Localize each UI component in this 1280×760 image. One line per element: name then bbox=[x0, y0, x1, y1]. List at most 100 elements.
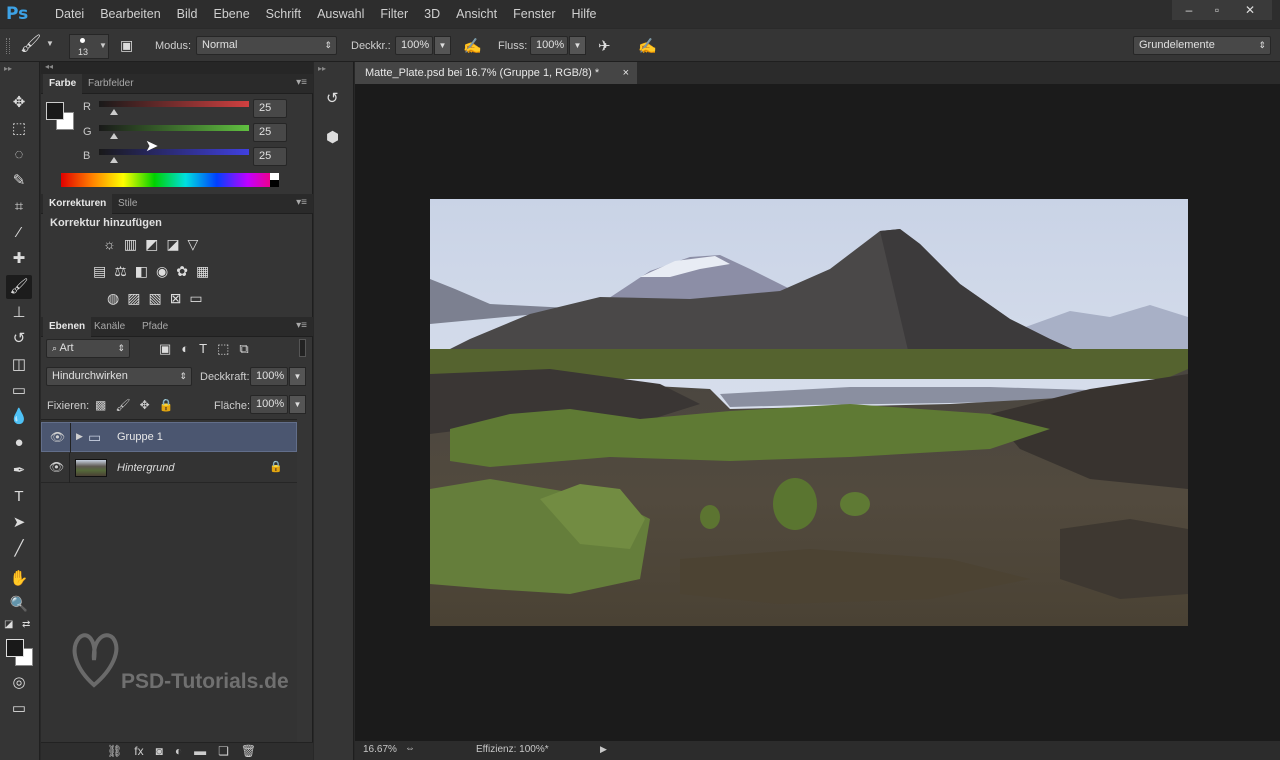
layer-name[interactable]: Hintergrund bbox=[117, 462, 174, 474]
crop-tool-icon[interactable]: ⌗ bbox=[6, 195, 32, 219]
canvas-area[interactable] bbox=[355, 84, 1280, 741]
lock-all-icon[interactable]: 🔒 bbox=[159, 398, 174, 412]
eyedropper-tool-icon[interactable]: ⁄ bbox=[6, 221, 32, 245]
lock-image-icon[interactable]: 🖌 bbox=[115, 398, 130, 412]
invert-icon[interactable]: ◍ bbox=[107, 290, 119, 307]
fx-icon[interactable]: fx bbox=[134, 744, 143, 758]
spectrum-white-chip[interactable] bbox=[270, 173, 279, 180]
modus-select[interactable]: Normal ⇕ bbox=[196, 36, 337, 55]
menu-datei[interactable]: Datei bbox=[47, 7, 92, 21]
vibrance-icon[interactable]: ▽ bbox=[188, 236, 199, 253]
lock-transparent-icon[interactable]: ▩ bbox=[95, 398, 106, 412]
line-tool-icon[interactable]: ╱ bbox=[6, 537, 32, 561]
filter-type-icon[interactable]: T bbox=[199, 341, 207, 357]
exposure-icon[interactable]: ◪ bbox=[166, 236, 179, 253]
menu-fenster[interactable]: Fenster bbox=[505, 7, 563, 21]
fluss-dropdown[interactable]: ▼ bbox=[569, 36, 586, 55]
posterize-icon[interactable]: ▨ bbox=[127, 290, 140, 307]
document-tab[interactable]: Matte_Plate.psd bei 16.7% (Gruppe 1, RGB… bbox=[355, 62, 637, 84]
zoom-tool-icon[interactable]: 🔍 bbox=[6, 593, 32, 617]
brightness-icon[interactable]: ☼ bbox=[103, 236, 116, 253]
clone-stamp-tool-icon[interactable]: ⊥ bbox=[6, 301, 32, 325]
filter-shape-icon[interactable]: ⬚ bbox=[217, 341, 229, 357]
channel-b-slider[interactable] bbox=[99, 149, 249, 155]
curves-icon[interactable]: ◩ bbox=[145, 236, 158, 253]
menu-auswahl[interactable]: Auswahl bbox=[309, 7, 372, 21]
preset-dropdown-icon[interactable]: ▼ bbox=[46, 39, 54, 48]
hue-saturation-icon[interactable]: ▤ bbox=[93, 263, 106, 280]
opacity-field[interactable]: 100% bbox=[250, 367, 288, 386]
brush-tool-icon[interactable]: 🖌 bbox=[6, 275, 32, 299]
new-layer-icon[interactable]: ❏ bbox=[218, 744, 229, 758]
foreground-color-swatch[interactable] bbox=[6, 639, 24, 657]
pen-tool-icon[interactable]: ✒ bbox=[6, 459, 32, 483]
marquee-tool-icon[interactable]: ⬚ bbox=[6, 117, 32, 141]
status-menu-arrow-icon[interactable]: ▶ bbox=[600, 744, 607, 755]
menu-hilfe[interactable]: Hilfe bbox=[564, 7, 605, 21]
move-tool-icon[interactable]: ✥ bbox=[6, 91, 32, 115]
fill-field[interactable]: 100% bbox=[250, 395, 288, 414]
menu-3d[interactable]: 3D bbox=[416, 7, 448, 21]
filter-toggle[interactable] bbox=[299, 339, 306, 357]
tab-korrekturen[interactable]: Korrekturen bbox=[43, 194, 113, 214]
blend-mode-select[interactable]: Hindurchwirken ⇕ bbox=[46, 367, 192, 386]
layer-row-group[interactable]: 👁 ▶ ▭ Gruppe 1 bbox=[41, 422, 297, 453]
menu-bearbeiten[interactable]: Bearbeiten bbox=[92, 7, 168, 21]
gradient-map-icon[interactable]: ▭ bbox=[189, 290, 202, 307]
tab-farbe[interactable]: Farbe bbox=[43, 74, 83, 94]
gradient-tool-icon[interactable]: ▭ bbox=[6, 379, 32, 403]
lock-position-icon[interactable]: ✥ bbox=[140, 398, 150, 412]
layer-filter-select[interactable]: ⌕ Art ⇕ bbox=[46, 339, 130, 358]
pressure-opacity-icon[interactable]: ✍ bbox=[463, 37, 482, 55]
expand-arrow-icon[interactable]: ▶ bbox=[76, 431, 83, 442]
add-mask-icon[interactable]: ◙ bbox=[156, 744, 163, 758]
tab-kanaele[interactable]: Kanäle bbox=[88, 317, 131, 337]
brush-tool-preset-icon[interactable]: 🖌 bbox=[20, 34, 42, 54]
dodge-tool-icon[interactable]: ● bbox=[6, 431, 32, 455]
panel-menu-icon[interactable]: ▾≡ bbox=[296, 77, 307, 88]
delete-layer-icon[interactable]: 🗑 bbox=[241, 744, 256, 758]
expand-dock-icon[interactable]: ▸▸ bbox=[318, 64, 326, 73]
tab-ebenen[interactable]: Ebenen bbox=[43, 317, 92, 337]
airbrush-icon[interactable]: ✈ bbox=[598, 37, 611, 55]
default-colors-icon[interactable]: ◪ bbox=[4, 619, 13, 630]
close-tab-icon[interactable]: × bbox=[623, 62, 629, 84]
type-tool-icon[interactable]: T bbox=[6, 485, 32, 509]
color-fg-swatch[interactable] bbox=[46, 102, 64, 120]
channel-b-knob[interactable] bbox=[109, 157, 118, 163]
filter-adjustment-icon[interactable]: ◐ bbox=[181, 341, 189, 357]
close-window-button[interactable]: ✕ bbox=[1228, 0, 1272, 20]
menu-ebene[interactable]: Ebene bbox=[206, 7, 258, 21]
new-adjustment-icon[interactable]: ◐ bbox=[175, 744, 182, 758]
channel-r-value[interactable]: 25 bbox=[253, 99, 287, 118]
channel-g-slider[interactable] bbox=[99, 125, 249, 131]
screen-mode-icon[interactable]: ▭ bbox=[6, 697, 32, 721]
fluss-field[interactable]: 100% bbox=[530, 36, 568, 55]
threshold-icon[interactable]: ▧ bbox=[148, 290, 161, 307]
new-group-icon[interactable]: ▬ bbox=[194, 744, 206, 758]
channel-g-knob[interactable] bbox=[109, 133, 118, 139]
channel-r-slider[interactable] bbox=[99, 101, 249, 107]
deckkr-dropdown[interactable]: ▼ bbox=[434, 36, 451, 55]
history-panel-icon[interactable]: ↺ bbox=[326, 89, 339, 107]
spectrum-black-chip[interactable] bbox=[270, 180, 279, 187]
eraser-tool-icon[interactable]: ◫ bbox=[6, 353, 32, 377]
color-lookup-icon[interactable]: ▦ bbox=[196, 263, 209, 280]
brush-panel-toggle-icon[interactable]: ▣ bbox=[120, 37, 133, 54]
color-balance-icon[interactable]: ⚖ bbox=[114, 263, 127, 280]
menu-filter[interactable]: Filter bbox=[372, 7, 416, 21]
menu-schrift[interactable]: Schrift bbox=[258, 7, 309, 21]
layer-row-background[interactable]: 👁 Hintergrund 🔒 bbox=[41, 453, 297, 483]
layer-name[interactable]: Gruppe 1 bbox=[117, 431, 163, 443]
zoom-level[interactable]: 16.67% bbox=[363, 744, 397, 755]
color-spectrum-ramp[interactable] bbox=[61, 173, 279, 187]
channel-mixer-icon[interactable]: ✿ bbox=[176, 263, 188, 280]
link-layers-icon[interactable]: ⛓ bbox=[107, 744, 122, 758]
channel-g-value[interactable]: 25 bbox=[253, 123, 287, 142]
landscape-image[interactable] bbox=[430, 199, 1188, 626]
blur-tool-icon[interactable]: 💧 bbox=[6, 405, 32, 429]
menu-bild[interactable]: Bild bbox=[169, 7, 206, 21]
tab-stile[interactable]: Stile bbox=[112, 194, 143, 214]
fill-dropdown[interactable]: ▼ bbox=[289, 395, 306, 414]
tab-farbfelder[interactable]: Farbfelder bbox=[82, 74, 140, 94]
